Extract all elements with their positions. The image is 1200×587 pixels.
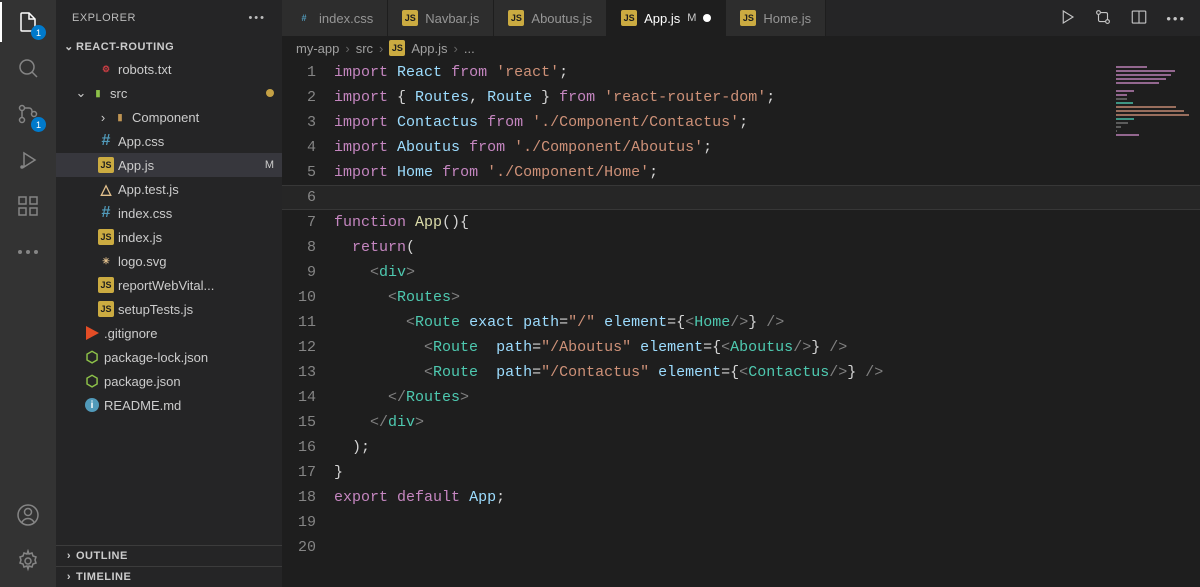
js-icon: JS [389, 40, 405, 56]
js-icon: JS [508, 10, 524, 26]
tab-bar: # index.css JS Navbar.js JS Aboutus.js JS App.j… [282, 0, 1200, 36]
tree-file[interactable]: JSindex.js [56, 225, 282, 249]
tab-more-icon[interactable]: ••• [1166, 11, 1186, 26]
tree-item-label: src [110, 86, 266, 101]
accounts-icon[interactable] [14, 501, 42, 529]
tree-item-label: package-lock.json [104, 350, 274, 365]
tree-file[interactable]: JSApp.jsM [56, 153, 282, 177]
settings-gear-icon[interactable] [14, 547, 42, 575]
tree-file[interactable]: △App.test.js [56, 177, 282, 201]
tab-label: App.js [644, 11, 680, 26]
code-area[interactable]: import React from 'react';import { Route… [334, 60, 1110, 587]
explorer-badge: 1 [31, 25, 46, 40]
js-icon: JS [96, 277, 116, 293]
breadcrumb[interactable]: my-app› src› JS App.js› ... [282, 36, 1200, 60]
tab-label: Aboutus.js [531, 11, 592, 26]
modified-indicator: M [259, 159, 274, 171]
explorer-icon[interactable]: 1 [14, 8, 42, 36]
tree-item-label: README.md [104, 398, 274, 413]
tab[interactable]: JS Aboutus.js [494, 0, 607, 36]
sidebar: EXPLORER ••• ⌄ REACT-ROUTING ⚙robots.txt… [56, 0, 282, 587]
tree-folder[interactable]: ›▮Component [56, 105, 282, 129]
line-gutter: 1234567891011121314151617181920 [282, 60, 334, 587]
run-icon[interactable] [1058, 8, 1076, 29]
more-icon[interactable] [14, 238, 42, 266]
tree-item-label: setupTests.js [118, 302, 274, 317]
dirty-indicator [703, 14, 711, 22]
git-modified-dot [266, 89, 274, 97]
extensions-icon[interactable] [14, 192, 42, 220]
tab-label: index.css [319, 11, 373, 26]
chevron-icon: ⌄ [74, 85, 88, 101]
css-icon: # [296, 10, 312, 26]
js-icon: JS [96, 229, 116, 245]
file-tree: ⚙robots.txt⌄▮src›▮Component#App.cssJSApp… [56, 57, 282, 545]
folder-src-icon: ▮ [88, 85, 108, 101]
tree-file[interactable]: JSsetupTests.js [56, 297, 282, 321]
tree-file[interactable]: iREADME.md [56, 393, 282, 417]
svg-icon: ✳ [96, 253, 116, 269]
modified-indicator: M [687, 12, 696, 24]
js-icon: JS [740, 10, 756, 26]
tree-folder[interactable]: ⌄▮src [56, 81, 282, 105]
tree-item-label: package.json [104, 374, 274, 389]
txt-icon: ⚙ [96, 61, 116, 77]
split-editor-icon[interactable] [1130, 8, 1148, 29]
css-icon: # [96, 133, 116, 149]
md-icon: i [82, 398, 102, 412]
npm-icon: ⬡ [82, 373, 102, 389]
outline-section[interactable]: › OUTLINE [56, 545, 282, 566]
editor[interactable]: 1234567891011121314151617181920 import R… [282, 60, 1200, 587]
js-icon: JS [96, 157, 116, 173]
npm-icon: ⬡ [82, 349, 102, 365]
js-icon: JS [96, 301, 116, 317]
tree-item-label: reportWebVital... [118, 278, 274, 293]
diff-icon[interactable] [1094, 8, 1112, 29]
tree-item-label: App.js [118, 158, 259, 173]
tree-file[interactable]: ⚙robots.txt [56, 57, 282, 81]
search-icon[interactable] [14, 54, 42, 82]
tree-item-label: Component [132, 110, 274, 125]
tab[interactable]: JS Navbar.js [388, 0, 494, 36]
tree-file[interactable]: ⬡package-lock.json [56, 345, 282, 369]
tree-item-label: robots.txt [118, 62, 274, 77]
tree-item-label: .gitignore [104, 326, 274, 341]
tree-item-label: App.test.js [118, 182, 274, 197]
chevron-down-icon: ⌄ [62, 40, 76, 53]
scm-badge: 1 [31, 117, 46, 132]
tree-file[interactable]: ✳logo.svg [56, 249, 282, 273]
chevron-icon: › [96, 110, 110, 125]
timeline-section[interactable]: › TIMELINE [56, 566, 282, 587]
minimap[interactable] [1110, 60, 1200, 587]
tree-item-label: index.css [118, 206, 274, 221]
chevron-right-icon: › [62, 550, 76, 562]
run-debug-icon[interactable] [14, 146, 42, 174]
sidebar-title: EXPLORER ••• [56, 0, 282, 36]
css-icon: # [96, 205, 116, 221]
tab[interactable]: # index.css [282, 0, 388, 36]
folder-icon: ▮ [110, 109, 130, 125]
tab[interactable]: JS App.js M [607, 0, 726, 36]
workspace-header[interactable]: ⌄ REACT-ROUTING [56, 36, 282, 57]
tree-file[interactable]: #index.css [56, 201, 282, 225]
js-icon: JS [621, 10, 637, 26]
tree-item-label: index.js [118, 230, 274, 245]
tree-item-label: logo.svg [118, 254, 274, 269]
tree-file[interactable]: #App.css [56, 129, 282, 153]
sidebar-more-icon[interactable]: ••• [248, 12, 266, 24]
js-icon: JS [402, 10, 418, 26]
source-control-icon[interactable]: 1 [14, 100, 42, 128]
test-icon: △ [96, 181, 116, 197]
tree-file[interactable]: JSreportWebVital... [56, 273, 282, 297]
gitignore-icon [82, 326, 102, 340]
tab-label: Navbar.js [425, 11, 479, 26]
chevron-right-icon: › [62, 571, 76, 583]
activity-bar: 1 1 [0, 0, 56, 587]
tab[interactable]: JS Home.js [726, 0, 826, 36]
tab-label: Home.js [763, 11, 811, 26]
tree-file[interactable]: .gitignore [56, 321, 282, 345]
editor-group: # index.css JS Navbar.js JS Aboutus.js JS App.j… [282, 0, 1200, 587]
tree-file[interactable]: ⬡package.json [56, 369, 282, 393]
tree-item-label: App.css [118, 134, 274, 149]
